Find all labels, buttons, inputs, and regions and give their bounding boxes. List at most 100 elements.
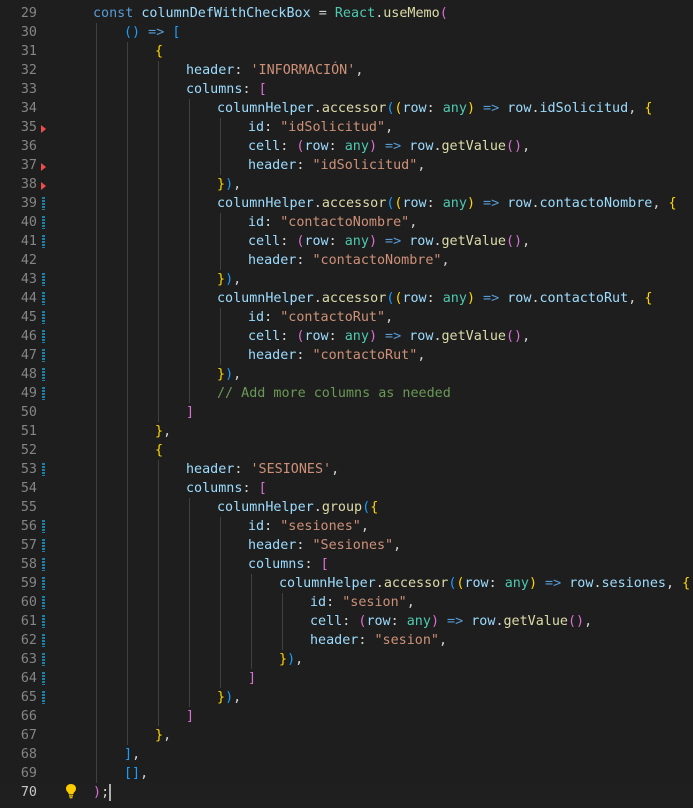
code-line[interactable]: 67}, — [0, 726, 693, 745]
code-line[interactable]: 48}), — [0, 365, 693, 384]
line-number[interactable]: 60 — [0, 593, 37, 612]
line-number[interactable]: 46 — [0, 327, 37, 346]
change-marker-modified[interactable] — [42, 292, 45, 305]
line-number[interactable]: 55 — [0, 498, 37, 517]
line-number[interactable]: 51 — [0, 422, 37, 441]
code-line[interactable]: 39 columnHelper.accessor((row: any) => ro… — [0, 194, 693, 213]
code-line[interactable]: 47 header: "contactoRut", — [0, 346, 693, 365]
change-marker-modified[interactable] — [42, 197, 45, 210]
code-line[interactable]: 52 { — [0, 441, 693, 460]
line-number[interactable]: 56 — [0, 517, 37, 536]
code-line[interactable]: 38}), — [0, 175, 693, 194]
change-marker-modified[interactable] — [42, 653, 45, 666]
code-line[interactable]: 63}), — [0, 650, 693, 669]
change-marker-deleted[interactable] — [41, 182, 46, 190]
line-number[interactable]: 29 — [0, 4, 37, 23]
code-line[interactable]: 31 { — [0, 42, 693, 61]
code-line[interactable]: 58 columns: [ — [0, 555, 693, 574]
code-line[interactable]: 46 cell: (row: any) => row.getValue(), — [0, 327, 693, 346]
line-number[interactable]: 37 — [0, 156, 37, 175]
code-text[interactable]: id: "contactoNombre", — [248, 213, 417, 232]
line-number[interactable]: 35 — [0, 118, 37, 137]
line-number[interactable]: 32 — [0, 61, 37, 80]
code-text[interactable]: header: 'SESIONES', — [186, 460, 339, 479]
code-line[interactable]: 62 header: "sesion", — [0, 631, 693, 650]
line-number[interactable]: 68 — [0, 745, 37, 764]
code-text[interactable]: }), — [217, 175, 241, 194]
line-number[interactable]: 53 — [0, 460, 37, 479]
line-number[interactable]: 63 — [0, 650, 37, 669]
code-line[interactable]: 42 header: "contactoNombre", — [0, 251, 693, 270]
change-marker-modified[interactable] — [42, 216, 45, 229]
code-text[interactable]: ] — [186, 403, 194, 422]
lightbulb-icon[interactable] — [65, 783, 77, 799]
code-text[interactable]: cell: (row: any) => row.getValue(), — [248, 327, 530, 346]
code-line[interactable]: 29 const columnDefWithCheckBox = React.us… — [0, 4, 693, 23]
code-line[interactable]: 70); — [0, 783, 693, 802]
line-number[interactable]: 47 — [0, 346, 37, 365]
line-number[interactable]: 58 — [0, 555, 37, 574]
change-marker-modified[interactable] — [42, 520, 45, 533]
code-text[interactable]: cell: (row: any) => row.getValue(), — [310, 612, 592, 631]
change-marker-modified[interactable] — [42, 235, 45, 248]
code-text[interactable]: header: "contactoRut", — [248, 346, 425, 365]
line-number[interactable]: 48 — [0, 365, 37, 384]
change-marker-modified[interactable] — [42, 558, 45, 571]
code-text[interactable]: [], — [124, 764, 148, 783]
code-line[interactable]: 44 columnHelper.accessor((row: any) => ro… — [0, 289, 693, 308]
code-line[interactable]: 34 columnHelper.accessor((row: any) => ro… — [0, 99, 693, 118]
code-line[interactable]: 30 () => [ — [0, 23, 693, 42]
line-number[interactable]: 45 — [0, 308, 37, 327]
change-marker-modified[interactable] — [42, 387, 45, 400]
code-text[interactable]: header: 'INFORMACIÓN', — [186, 61, 363, 80]
change-marker-modified[interactable] — [42, 691, 45, 704]
change-marker-modified[interactable] — [42, 596, 45, 609]
code-line[interactable]: 43}), — [0, 270, 693, 289]
line-number[interactable]: 50 — [0, 403, 37, 422]
line-number[interactable]: 59 — [0, 574, 37, 593]
code-line[interactable]: 37 header: "idSolicitud", — [0, 156, 693, 175]
line-number[interactable]: 70 — [0, 783, 37, 802]
line-number[interactable]: 69 — [0, 764, 37, 783]
code-line[interactable]: 65}), — [0, 688, 693, 707]
change-marker-modified[interactable] — [42, 577, 45, 590]
code-line[interactable]: 45 id: "contactoRut", — [0, 308, 693, 327]
code-line[interactable]: 66] — [0, 707, 693, 726]
code-line[interactable]: 59 columnHelper.accessor((row: any) => ro… — [0, 574, 693, 593]
code-line[interactable]: 36 cell: (row: any) => row.getValue(), — [0, 137, 693, 156]
line-number[interactable]: 65 — [0, 688, 37, 707]
code-text[interactable]: header: "Sesiones", — [248, 536, 401, 555]
code-line[interactable]: 57 header: "Sesiones", — [0, 536, 693, 555]
line-number[interactable]: 40 — [0, 213, 37, 232]
code-text[interactable]: cell: (row: any) => row.getValue(), — [248, 137, 530, 156]
change-marker-modified[interactable] — [42, 539, 45, 552]
code-line[interactable]: 49 // Add more columns as needed — [0, 384, 693, 403]
code-text[interactable]: columnHelper.group({ — [217, 498, 378, 517]
code-text[interactable]: }), — [217, 270, 241, 289]
code-text[interactable]: ] — [248, 669, 256, 688]
change-marker-modified[interactable] — [42, 311, 45, 324]
code-text[interactable]: header: "idSolicitud", — [248, 156, 425, 175]
code-text[interactable]: columns: [ — [186, 479, 267, 498]
code-line[interactable]: 64] — [0, 669, 693, 688]
line-number[interactable]: 57 — [0, 536, 37, 555]
code-text[interactable]: { — [155, 441, 163, 460]
line-number[interactable]: 43 — [0, 270, 37, 289]
line-number[interactable]: 66 — [0, 707, 37, 726]
change-marker-modified[interactable] — [42, 672, 45, 685]
code-editor[interactable]: 29 const columnDefWithCheckBox = React.us… — [0, 0, 693, 808]
change-marker-modified[interactable] — [42, 368, 45, 381]
code-text[interactable]: header: "sesion", — [310, 631, 447, 650]
code-line[interactable]: 54 columns: [ — [0, 479, 693, 498]
code-text[interactable]: cell: (row: any) => row.getValue(), — [248, 232, 530, 251]
code-line[interactable]: 51}, — [0, 422, 693, 441]
code-line[interactable]: 61 cell: (row: any) => row.getValue(), — [0, 612, 693, 631]
change-marker-modified[interactable] — [42, 615, 45, 628]
code-text[interactable]: columnHelper.accessor((row: any) => row.… — [217, 99, 652, 118]
change-marker-deleted[interactable] — [41, 125, 46, 133]
code-text[interactable]: }), — [217, 365, 241, 384]
code-text[interactable]: id: "idSolicitud", — [248, 118, 393, 137]
code-text[interactable]: header: "contactoNombre", — [248, 251, 450, 270]
code-text[interactable]: }, — [155, 422, 171, 441]
change-marker-modified[interactable] — [42, 463, 45, 476]
